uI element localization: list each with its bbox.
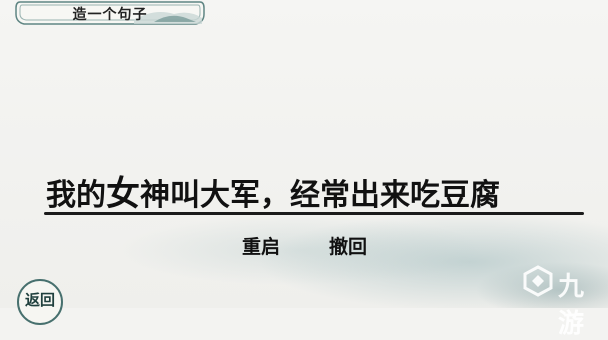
watermark-logo-icon [523,265,553,297]
page-title: 造一个句子 [72,7,148,23]
action-bar: 重启 撤回 [0,232,608,262]
title-banner: 造一个句子 [14,0,206,32]
restart-button[interactable]: 重启 [242,232,280,262]
undo-button[interactable]: 撤回 [329,232,367,262]
sentence-segment[interactable]: 神叫大军，经常出来吃豆腐 [140,178,500,213]
sentence-segment[interactable]: 我的 [46,178,106,213]
back-button[interactable]: 返回 [17,279,63,325]
back-button-label: 返回 [24,291,55,309]
watermark-text: 九游 [558,272,585,339]
sentence-underline [44,212,584,215]
sentence-segment-highlight[interactable]: 女 [106,174,140,214]
sentence-line: 我的女神叫大军，经常出来吃豆腐 [46,174,586,214]
watermark: 九游 [520,262,606,339]
